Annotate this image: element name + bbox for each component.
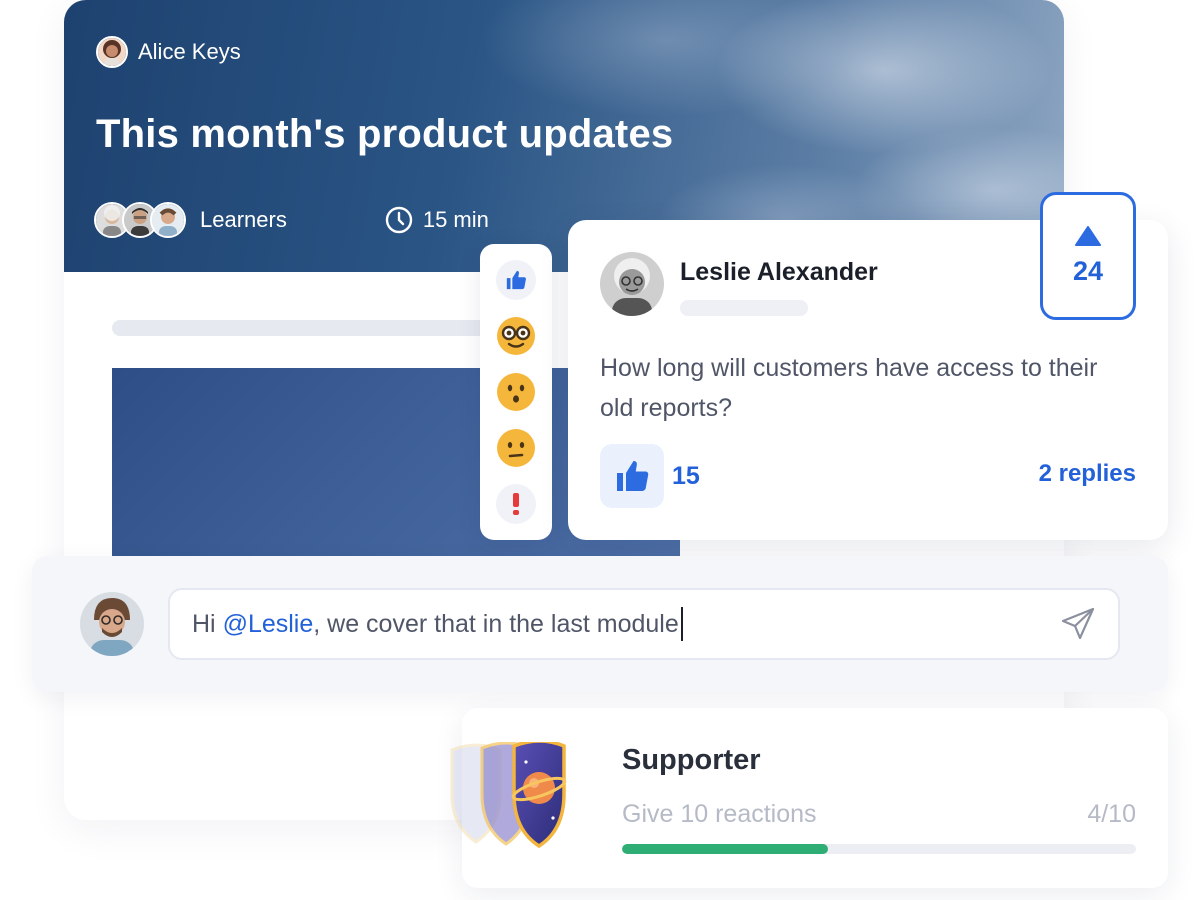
like-count: 15 [672, 462, 700, 490]
exclamation-icon [513, 493, 519, 515]
reaction-confused[interactable] [496, 428, 536, 468]
clock-icon [385, 206, 413, 234]
reply-input[interactable]: Hi @Leslie , we cover that in the last m… [168, 588, 1120, 660]
replies-link[interactable]: 2 replies [1039, 460, 1136, 488]
course-meta: Learners 15 min [94, 202, 489, 238]
reply-text-prefix: Hi [192, 609, 223, 638]
badge-progress-bar [622, 844, 1136, 854]
reply-text-suffix: , we cover that in the last module [313, 609, 679, 638]
comment-text: How long will customers have access to t… [600, 354, 1098, 422]
reaction-exclamation[interactable] [496, 484, 536, 524]
thumbs-up-icon [617, 461, 649, 491]
commenter-name: Leslie Alexander [680, 258, 878, 286]
surprised-face-icon [497, 373, 535, 411]
shield-badges-icon [450, 742, 567, 849]
content-placeholder-bar [112, 320, 532, 336]
send-icon[interactable] [1060, 606, 1096, 642]
badge-task: Give 10 reactions [622, 800, 817, 828]
upvote-count: 24 [1072, 255, 1104, 286]
comment-meta-placeholder [680, 300, 808, 316]
learner-avatars [94, 202, 186, 238]
thumbs-up-icon [506, 270, 526, 290]
current-user-avatar [80, 592, 144, 656]
confused-face-icon [497, 429, 535, 467]
author-name: Alice Keys [138, 39, 241, 64]
badge-progress-fill [622, 844, 828, 854]
learner-avatar [150, 202, 186, 238]
triangle-up-icon [1075, 225, 1101, 246]
reaction-surprised[interactable] [496, 372, 536, 412]
badge-progress-count: 4/10 [1087, 800, 1136, 828]
course-author[interactable]: Alice Keys [96, 36, 241, 68]
author-avatar [96, 36, 128, 68]
reply-composer: Hi @Leslie , we cover that in the last m… [32, 556, 1168, 692]
nerd-face-icon [497, 317, 535, 355]
reactions-bar [480, 244, 552, 540]
course-title: This month's product updates [96, 112, 674, 156]
mention-tag[interactable]: @Leslie [223, 610, 314, 639]
text-cursor [680, 607, 683, 641]
commenter-avatar[interactable] [600, 252, 664, 316]
audience-label: Learners [200, 207, 287, 232]
upvote-button[interactable]: 24 [1040, 192, 1136, 320]
reaction-thumbs-up[interactable] [496, 260, 536, 300]
duration-text: 15 min [422, 207, 489, 232]
like-button[interactable] [600, 444, 664, 508]
course-duration: 15 min [385, 206, 489, 234]
badge-card: Supporter Give 10 reactions 4/10 [450, 708, 1168, 888]
badge-title: Supporter [622, 744, 761, 776]
reaction-nerd[interactable] [496, 316, 536, 356]
